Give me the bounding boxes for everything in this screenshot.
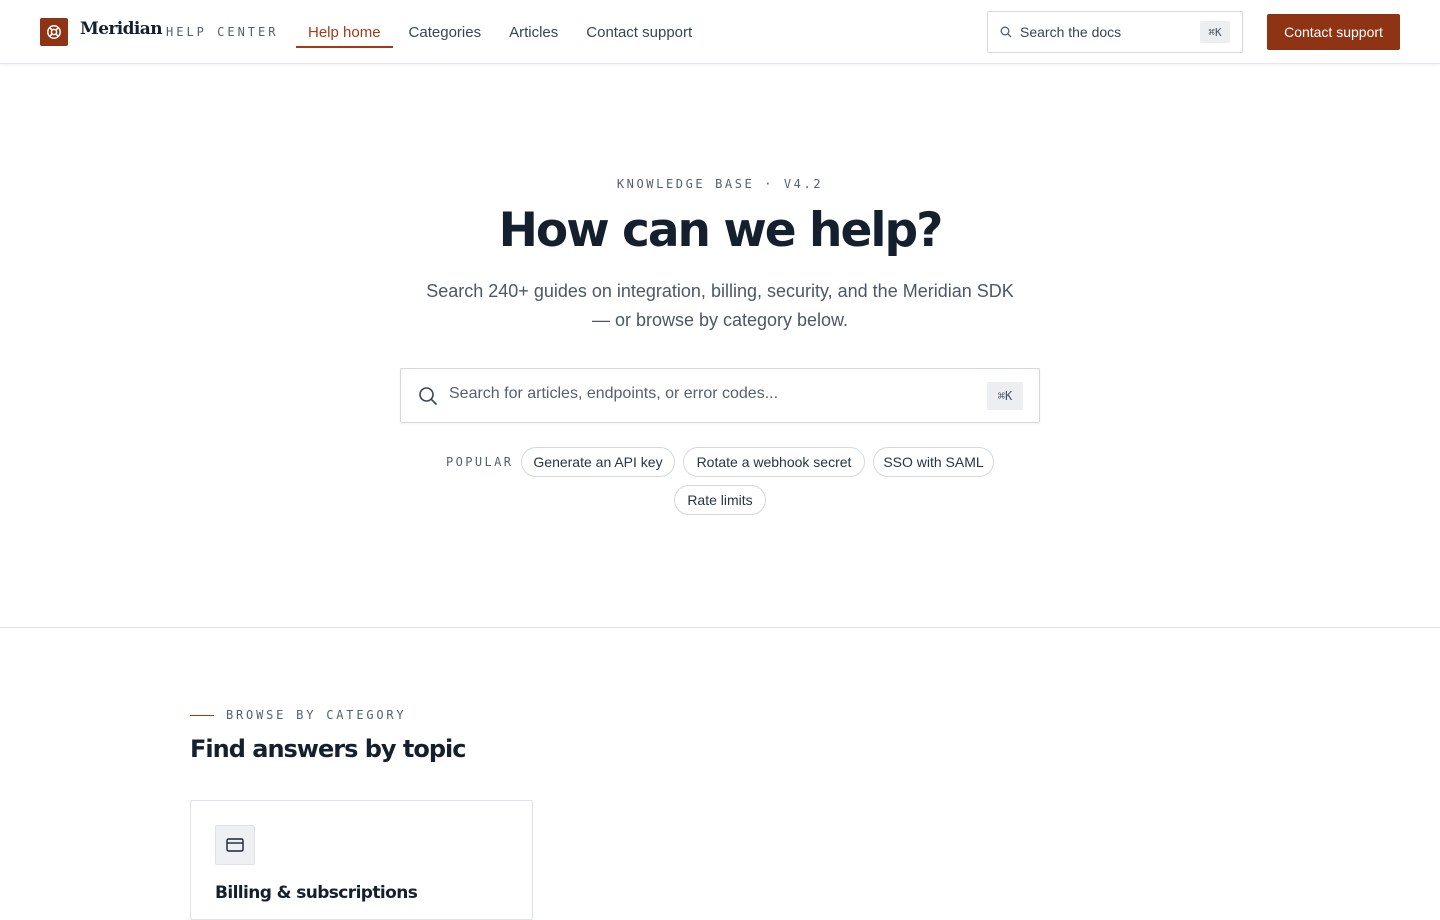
hero-search-shortcut: ⌘K	[987, 382, 1023, 410]
contact-support-button[interactable]: Contact support	[1267, 14, 1400, 50]
browse-eyebrow: BROWSE BY CATEGORY	[226, 708, 407, 722]
top-navigation-bar: Meridian HELP CENTER Help home Categorie…	[0, 0, 1440, 64]
credit-card-icon	[215, 825, 255, 865]
category-card-billing[interactable]: Billing & subscriptions	[190, 800, 533, 920]
browse-title: Find answers by topic	[190, 735, 467, 763]
brand-name[interactable]: Meridian	[80, 19, 163, 39]
popular-label: POPULAR	[446, 455, 514, 469]
search-icon	[419, 387, 437, 405]
nav-contact-support[interactable]: Contact support	[572, 0, 706, 64]
popular-chip-rate-limits[interactable]: Rate limits	[674, 485, 766, 515]
hero-search-placeholder: Search for articles, endpoints, or error…	[449, 385, 779, 402]
section-divider	[0, 627, 1440, 628]
hero-subtitle: Search 240+ guides on integration, billi…	[426, 281, 1014, 330]
hero-title: How can we help?	[498, 203, 944, 258]
hero-eyebrow: KNOWLEDGE BASE · V4.2	[616, 177, 824, 191]
popular-chip-api-key[interactable]: Generate an API key	[521, 447, 675, 477]
nav-help-home[interactable]: Help home	[296, 0, 393, 64]
header-search-input[interactable]: Search the docs ⌘K	[987, 11, 1243, 53]
header-search-shortcut: ⌘K	[1200, 21, 1230, 43]
popular-chip-sso-saml[interactable]: SSO with SAML	[873, 447, 994, 477]
search-icon	[1000, 26, 1012, 38]
section-accent-line	[190, 715, 214, 716]
nav-categories[interactable]: Categories	[395, 0, 496, 64]
primary-nav: Help home Categories Articles Contact su…	[296, 0, 706, 64]
lifebuoy-icon	[47, 25, 61, 39]
brand-tagline: HELP CENTER	[166, 25, 279, 39]
meridian-logo-icon[interactable]	[40, 18, 68, 46]
popular-chip-webhook-secret[interactable]: Rotate a webhook secret	[683, 447, 865, 477]
category-title: Billing & subscriptions	[215, 883, 418, 903]
hero-search-input[interactable]: Search for articles, endpoints, or error…	[400, 368, 1040, 423]
header-search-placeholder: Search the docs	[1020, 24, 1122, 40]
nav-articles[interactable]: Articles	[495, 0, 572, 64]
